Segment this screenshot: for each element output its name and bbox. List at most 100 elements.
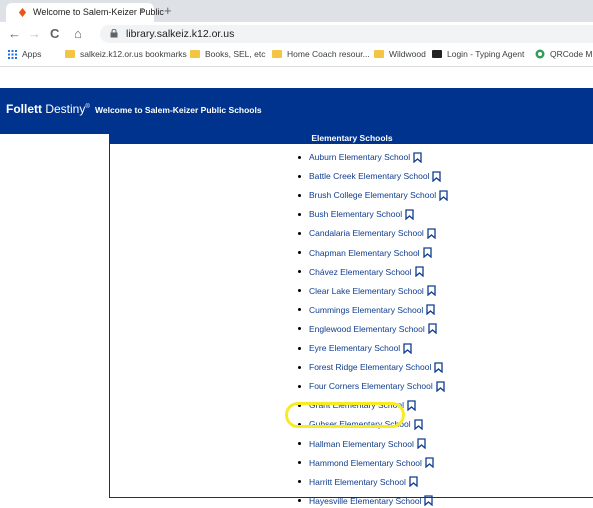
bookmark-apps[interactable]: Apps [8, 49, 41, 59]
list-item: Clear Lake Elementary School [298, 284, 436, 298]
address-bar[interactable]: library.salkeiz.k12.or.us [100, 25, 593, 43]
bookmark-label: Login - Typing Agent [447, 49, 525, 59]
bookmark-icon[interactable] [428, 323, 437, 335]
bookmark-icon[interactable] [414, 266, 424, 278]
list-item: Brush College Elementary School [298, 188, 448, 202]
bullet-icon [298, 442, 301, 445]
apps-icon [8, 49, 17, 59]
list-item: Forest Ridge Elementary School [298, 360, 444, 374]
bullet-icon [298, 174, 301, 178]
school-link[interactable]: Four Corners Elementary School [309, 381, 433, 391]
elementary-schools-panel: Elementary Schools Auburn Elementary Sch… [109, 131, 593, 507]
bookmark-icon[interactable] [427, 228, 436, 239]
school-link[interactable]: Chávez Elementary School [309, 267, 412, 277]
destiny-header: Follett Destiny® Welcome to Salem-Keizer… [0, 88, 593, 134]
reload-button[interactable]: C [50, 26, 59, 41]
school-link[interactable]: Bush Elementary School [309, 209, 402, 219]
bookmark-icon[interactable] [439, 190, 448, 201]
bookmark-icon[interactable] [422, 247, 432, 258]
tab-strip: Welcome to Salem-Keizer Public × + [0, 0, 593, 22]
bullet-icon [298, 480, 301, 484]
bookmark-icon[interactable] [409, 476, 418, 488]
bookmark-home-coach[interactable]: Home Coach resour... [272, 49, 370, 59]
school-link[interactable]: Auburn Elementary School [309, 152, 410, 162]
list-item: Englewood Elementary School [298, 322, 437, 336]
folder-icon [65, 50, 75, 58]
school-link[interactable]: Forest Ridge Elementary School [309, 362, 431, 372]
bookmark-icon[interactable] [432, 170, 442, 182]
lock-icon [110, 29, 118, 38]
bookmark-icon[interactable] [426, 304, 435, 316]
bookmark-icon[interactable] [413, 419, 423, 430]
school-link[interactable]: Clear Lake Elementary School [309, 286, 424, 296]
new-tab-button[interactable]: + [164, 3, 172, 18]
bullet-icon [298, 251, 301, 254]
folder-icon [374, 50, 384, 58]
bullet-icon [298, 461, 301, 465]
list-item: Hammond Elementary School [298, 456, 434, 470]
brand-mark: ® [85, 104, 90, 110]
school-link[interactable]: Englewood Elementary School [309, 324, 425, 334]
back-button[interactable]: ← [8, 26, 21, 41]
school-link[interactable]: Chapman Elementary School [309, 248, 420, 258]
bullet-icon [298, 193, 301, 197]
bullet-icon [298, 499, 301, 503]
bullet-icon [298, 155, 301, 159]
school-link[interactable]: Hallman Elementary School [309, 439, 414, 449]
school-link[interactable]: Hammond Elementary School [309, 458, 422, 468]
bookmark-icon[interactable] [405, 209, 414, 220]
destiny-favicon-icon [18, 8, 27, 17]
browser-toolbar: ← → C ⌂ library.salkeiz.k12.or.us [0, 22, 593, 46]
list-item: Four Corners Elementary School [298, 379, 445, 393]
bookmark-label: QRCode M [550, 49, 593, 59]
bookmark-icon[interactable] [413, 151, 422, 163]
bookmark-icon[interactable] [434, 361, 444, 373]
bookmarks-bar: Apps salkeiz.k12.or.us bookmarks Books, … [0, 46, 593, 67]
bookmark-icon[interactable] [424, 495, 434, 507]
school-link[interactable]: Cummings Elementary School [309, 305, 423, 315]
list-item: Battle Creek Elementary School [298, 169, 442, 183]
url-text: library.salkeiz.k12.or.us [126, 28, 235, 40]
bookmark-salkeiz[interactable]: salkeiz.k12.or.us bookmarks [65, 49, 187, 59]
school-link[interactable]: Battle Creek Elementary School [309, 171, 429, 181]
bullet-icon [298, 212, 301, 216]
list-item: Harritt Elementary School [298, 475, 418, 489]
bookmark-icon[interactable] [425, 457, 434, 469]
bookmark-label: Home Coach resour... [287, 49, 370, 59]
school-link[interactable]: Eyre Elementary School [309, 343, 400, 353]
brand-follett: Follett [6, 102, 42, 116]
bullet-icon [298, 384, 301, 388]
school-link[interactable]: Harritt Elementary School [309, 477, 406, 487]
bookmark-qrcode[interactable]: QRCode M [535, 49, 593, 59]
follett-destiny-logo: Follett Destiny® [6, 102, 90, 116]
folder-icon [190, 50, 200, 58]
list-item: Chapman Elementary School [298, 246, 432, 260]
gubser-highlight-annotation [285, 402, 405, 428]
list-item: Cummings Elementary School [298, 303, 435, 317]
tab-close-icon[interactable]: × [139, 6, 145, 17]
bookmark-icon[interactable] [436, 381, 445, 392]
school-link[interactable]: Candalaria Elementary School [309, 228, 424, 238]
bookmark-typing-agent[interactable]: Login - Typing Agent [432, 49, 524, 59]
bookmark-icon[interactable] [403, 342, 412, 354]
forward-button[interactable]: → [28, 26, 41, 41]
bookmark-icon[interactable] [417, 438, 426, 449]
bullet-icon [298, 346, 301, 350]
bookmark-label: Books, SEL, etc [205, 49, 266, 59]
brand-destiny: Destiny [42, 102, 86, 116]
bullet-icon [298, 308, 301, 312]
folder-icon [272, 50, 282, 58]
bookmark-label: Wildwood [389, 49, 426, 59]
typing-agent-icon [432, 50, 442, 58]
school-link[interactable]: Brush College Elementary School [309, 190, 436, 200]
bookmark-wildwood[interactable]: Wildwood [374, 49, 426, 59]
school-link[interactable]: Hayesville Elementary School [309, 496, 421, 506]
home-button[interactable]: ⌂ [74, 26, 82, 41]
list-item: Hallman Elementary School [298, 437, 426, 451]
browser-tab[interactable]: Welcome to Salem-Keizer Public × [6, 3, 164, 22]
bookmark-icon[interactable] [427, 285, 436, 297]
bookmark-books-sel[interactable]: Books, SEL, etc [190, 49, 265, 59]
welcome-heading: Welcome to Salem-Keizer Public Schools [95, 105, 262, 115]
bookmark-icon[interactable] [407, 400, 416, 411]
bookmark-label: salkeiz.k12.or.us bookmarks [80, 49, 187, 59]
